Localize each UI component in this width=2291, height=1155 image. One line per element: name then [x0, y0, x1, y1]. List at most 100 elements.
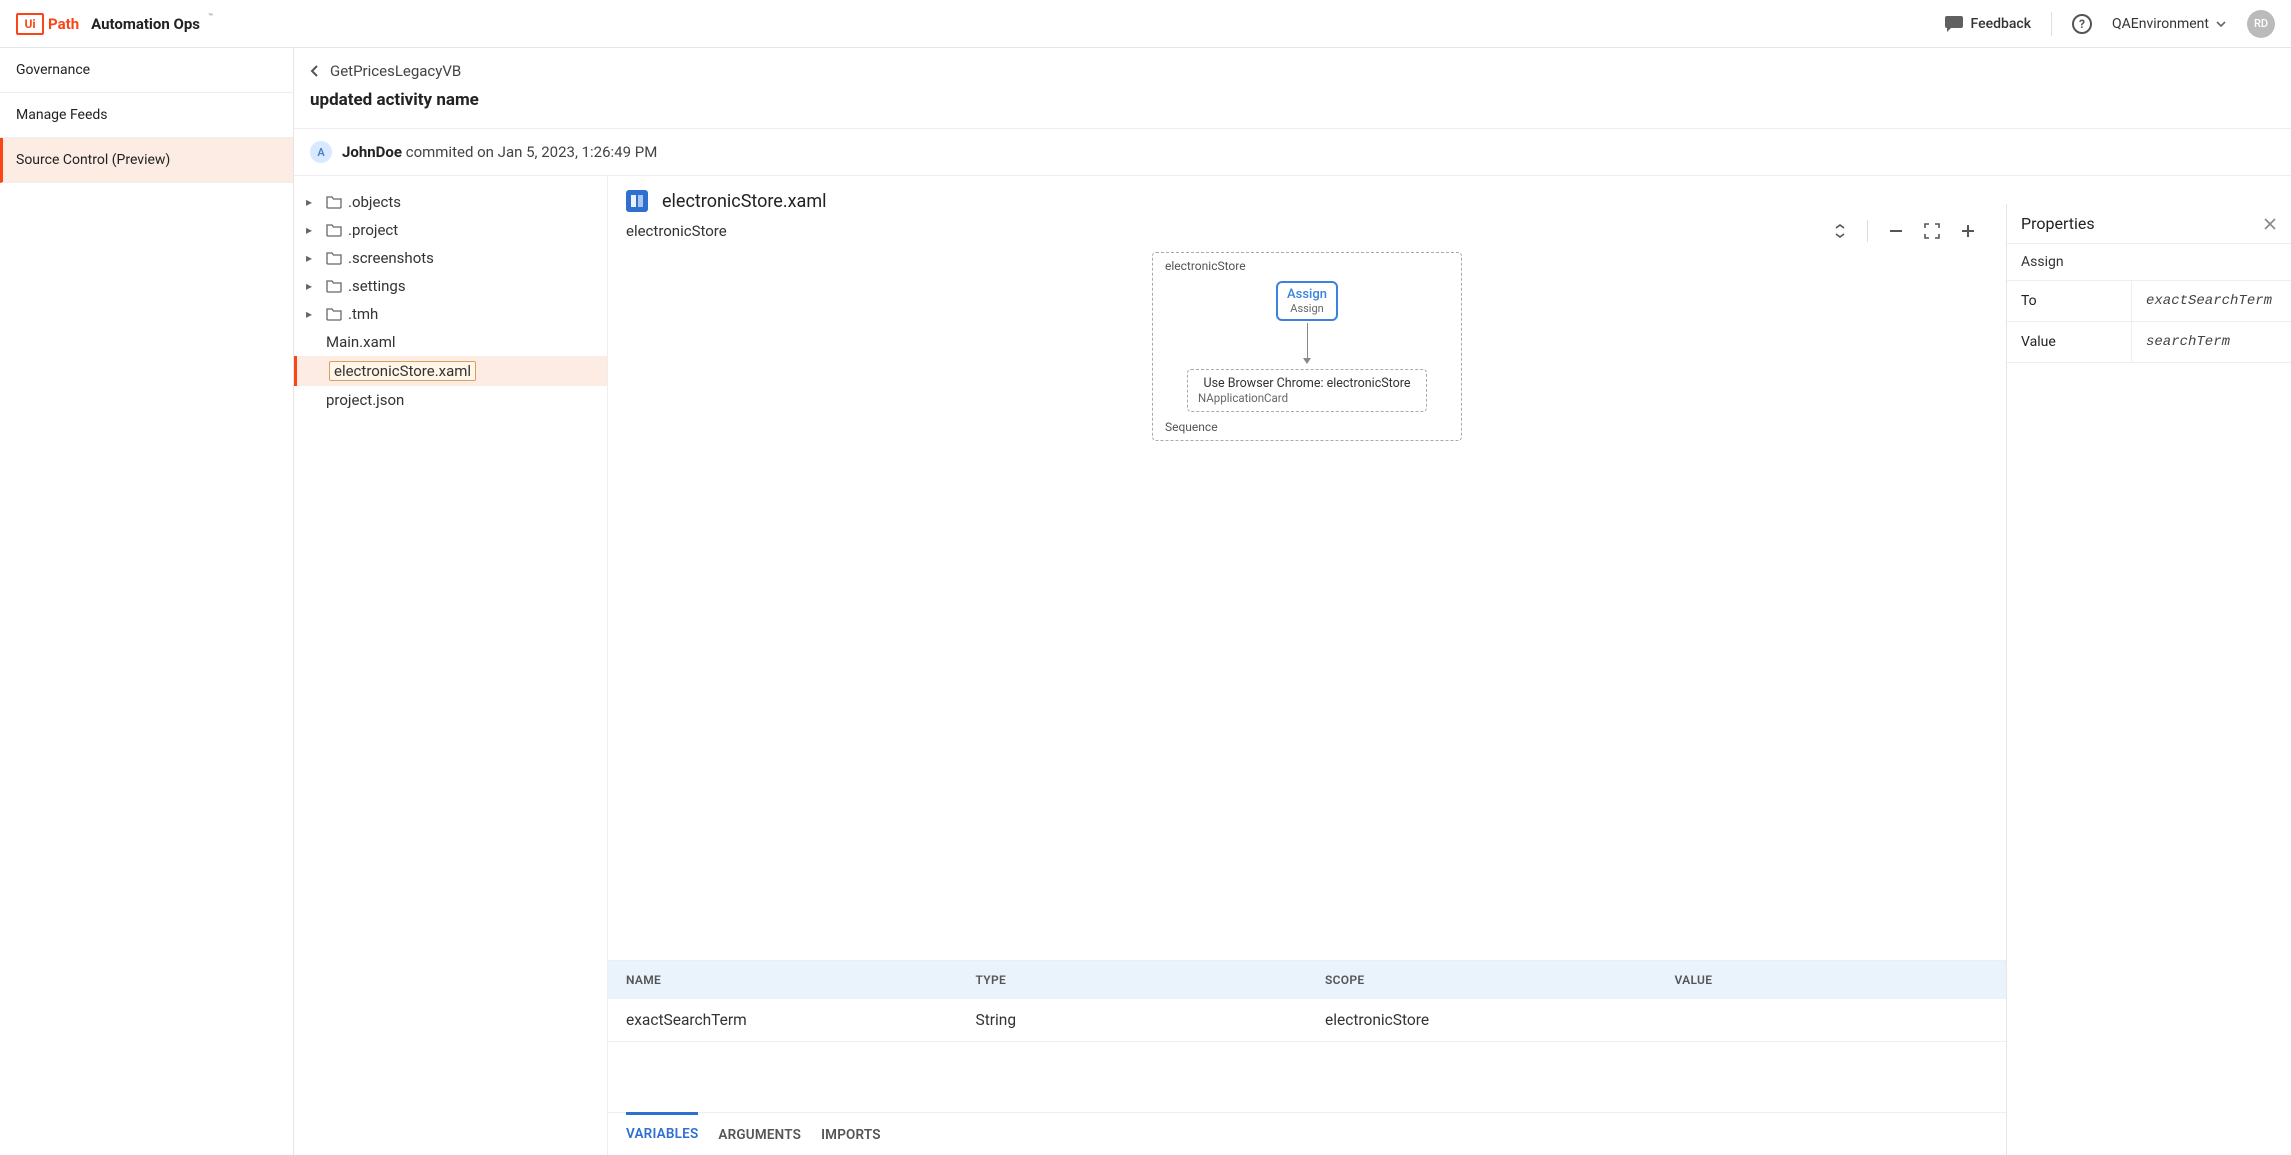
user-avatar[interactable]: RD: [2247, 10, 2275, 38]
close-icon: [2263, 217, 2277, 231]
folder-icon: [326, 195, 342, 209]
workflow-name: electronicStore: [626, 222, 727, 240]
use-browser-activity-node[interactable]: Use Browser Chrome: electronicStore NApp…: [1187, 369, 1427, 412]
breadcrumb-item[interactable]: GetPricesLegacyVB: [330, 62, 461, 80]
close-properties-button[interactable]: [2263, 217, 2277, 231]
breadcrumb: GetPricesLegacyVB: [294, 48, 2291, 86]
main-content: GetPricesLegacyVB updated activity name …: [294, 48, 2291, 1155]
chevron-down-icon: [2215, 18, 2227, 30]
feedback-button[interactable]: Feedback: [1945, 16, 2031, 32]
app-header: Ui Path Automation Ops ™ Feedback ? QAEn…: [0, 0, 2291, 48]
tree-item-label: electronicStore.xaml: [329, 361, 476, 381]
help-icon[interactable]: ?: [2072, 14, 2092, 34]
folder-icon: [326, 307, 342, 321]
feedback-icon: [1945, 16, 1963, 32]
chevron-right-icon: ▸: [306, 195, 320, 209]
left-sidebar: Governance Manage Feeds Source Control (…: [0, 48, 294, 1155]
commit-author-avatar: A: [310, 141, 332, 163]
tree-item-label: .tmh: [348, 305, 378, 323]
tree-folder-settings[interactable]: ▸ .settings: [294, 272, 607, 300]
toolbar-divider: [1867, 220, 1868, 242]
tree-item-label: .screenshots: [348, 249, 434, 267]
var-scope-cell: electronicStore: [1307, 999, 1657, 1041]
properties-activity-name: Assign: [2007, 244, 2291, 281]
tree-item-label: project.json: [326, 391, 404, 409]
tree-file-main-xaml[interactable]: Main.xaml: [294, 328, 607, 356]
fit-screen-button[interactable]: [1924, 223, 1940, 239]
sidebar-item-governance[interactable]: Governance: [0, 48, 293, 93]
properties-title: Properties: [2021, 214, 2095, 233]
sequence-title: electronicStore: [1165, 259, 1246, 273]
tree-folder-objects[interactable]: ▸ .objects: [294, 188, 607, 216]
logo-ui-mark: Ui: [16, 13, 44, 35]
tree-item-label: .objects: [348, 193, 401, 211]
properties-header: Properties: [2007, 204, 2291, 244]
property-key: Value: [2007, 322, 2132, 362]
tree-item-label: Main.xaml: [326, 333, 396, 351]
bottom-tab-bar: VARIABLES ARGUMENTS IMPORTS: [608, 1112, 2006, 1155]
tab-variables[interactable]: VARIABLES: [626, 1112, 698, 1155]
brand-logo: Ui Path Automation Ops ™: [16, 13, 211, 35]
file-tree: ▸ .objects ▸ .project ▸ .screenshots: [294, 176, 607, 1155]
xaml-file-icon: [626, 190, 648, 212]
tree-file-electronicstore-xaml[interactable]: electronicStore.xaml: [294, 356, 607, 386]
variables-table-row[interactable]: exactSearchTerm String electronicStore: [608, 999, 2006, 1042]
chevron-right-icon: ▸: [306, 307, 320, 321]
tab-imports[interactable]: IMPORTS: [821, 1113, 881, 1155]
zoom-out-button[interactable]: [1888, 223, 1904, 239]
tree-folder-project[interactable]: ▸ .project: [294, 216, 607, 244]
sequence-type-label: Sequence: [1165, 420, 1218, 434]
property-row-value: Value searchTerm: [2007, 322, 2291, 363]
commit-info-bar: A JohnDoe commited on Jan 5, 2023, 1:26:…: [294, 128, 2291, 176]
header-divider: [2051, 12, 2052, 36]
sidebar-item-manage-feeds[interactable]: Manage Feeds: [0, 93, 293, 138]
property-value[interactable]: exactSearchTerm: [2132, 281, 2291, 321]
tree-item-label: .settings: [348, 277, 406, 295]
canvas-subheader: electronicStore: [608, 216, 2006, 242]
property-value[interactable]: searchTerm: [2132, 322, 2291, 362]
canvas-filename: electronicStore.xaml: [662, 191, 826, 212]
canvas-toolbar: [1833, 220, 1988, 242]
chevron-right-icon: ▸: [306, 251, 320, 265]
fullscreen-icon: [1924, 223, 1940, 239]
workflow-canvas[interactable]: electronicStore Assign Assign Use Browse…: [608, 242, 2006, 960]
chevron-right-icon: ▸: [306, 279, 320, 293]
commit-meta-text: commited on Jan 5, 2023, 1:26:49 PM: [406, 143, 658, 161]
product-name: Automation Ops: [91, 15, 200, 33]
page-title: updated activity name: [294, 86, 2291, 128]
environment-label: QAEnvironment: [2112, 16, 2209, 32]
chevron-up-down-icon: [1833, 222, 1847, 240]
col-header-name: NAME: [608, 961, 958, 999]
minus-icon: [1888, 223, 1904, 239]
assign-node-title: Assign: [1280, 287, 1334, 302]
tree-file-project-json[interactable]: project.json: [294, 386, 607, 414]
col-header-value: VALUE: [1657, 961, 2007, 999]
browser-node-subtitle: NApplicationCard: [1198, 391, 1416, 405]
expand-collapse-button[interactable]: [1833, 222, 1847, 240]
assign-node-subtitle: Assign: [1280, 302, 1334, 315]
tree-folder-tmh[interactable]: ▸ .tmh: [294, 300, 607, 328]
browser-node-title: Use Browser Chrome: electronicStore: [1198, 376, 1416, 391]
tree-item-label: .project: [348, 221, 398, 239]
tree-folder-screenshots[interactable]: ▸ .screenshots: [294, 244, 607, 272]
property-row-to: To exactSearchTerm: [2007, 281, 2291, 322]
chevron-right-icon: ▸: [306, 223, 320, 237]
flow-connector-arrow: [1307, 323, 1308, 363]
tab-arguments[interactable]: ARGUMENTS: [718, 1113, 801, 1155]
property-key: To: [2007, 281, 2132, 321]
chevron-left-icon: [310, 64, 320, 78]
zoom-in-button[interactable]: [1960, 223, 1976, 239]
sequence-container[interactable]: electronicStore Assign Assign Use Browse…: [1152, 252, 1462, 441]
sidebar-item-source-control[interactable]: Source Control (Preview): [0, 138, 293, 183]
assign-activity-node[interactable]: Assign Assign: [1276, 281, 1338, 321]
variables-table: NAME TYPE SCOPE VALUE exactSearchTerm St…: [608, 960, 2006, 1112]
back-button[interactable]: [310, 64, 320, 78]
col-header-type: TYPE: [958, 961, 1308, 999]
var-type-cell: String: [958, 999, 1308, 1041]
folder-icon: [326, 279, 342, 293]
environment-selector[interactable]: QAEnvironment: [2112, 16, 2227, 32]
var-name-cell: exactSearchTerm: [608, 999, 958, 1041]
plus-icon: [1960, 223, 1976, 239]
logo-path-text: Path: [48, 15, 79, 33]
col-header-scope: SCOPE: [1307, 961, 1657, 999]
